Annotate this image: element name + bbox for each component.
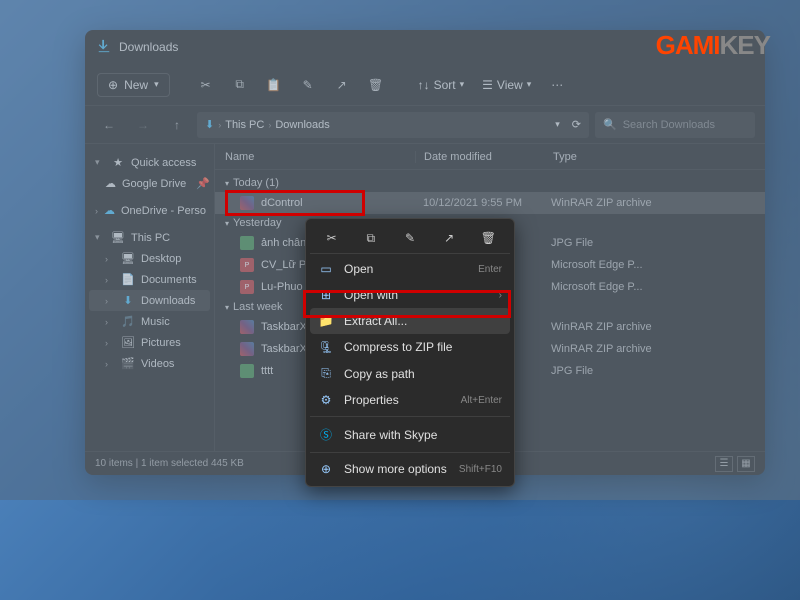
context-menu: ✂ ⧉ ✎ ↗ 🗑 ▭ Open Enter ⊞ Open with › 📁 E… — [305, 218, 515, 487]
delete-icon[interactable]: 🗑 — [477, 227, 499, 249]
extract-icon: 📁 — [318, 314, 334, 328]
more-icon: ⊕ — [318, 462, 334, 476]
cut-icon[interactable]: ✂ — [321, 227, 343, 249]
context-properties[interactable]: ⚙ Properties Alt+Enter — [310, 387, 510, 413]
zip-icon: 🗜 — [318, 340, 334, 354]
path-icon: ⎘ — [318, 366, 334, 381]
share-icon[interactable]: ↗ — [438, 227, 460, 249]
chevron-right-icon: › — [499, 290, 502, 301]
context-skype[interactable]: Ⓢ Share with Skype — [310, 420, 510, 449]
context-compress[interactable]: 🗜 Compress to ZIP file — [310, 334, 510, 360]
copy-icon[interactable]: ⧉ — [360, 227, 382, 249]
skype-icon: Ⓢ — [318, 426, 334, 443]
properties-icon: ⚙ — [318, 393, 334, 407]
context-more-options[interactable]: ⊕ Show more options Shift+F10 — [310, 456, 510, 482]
watermark: GAMIKEY — [656, 30, 770, 61]
context-copy-path[interactable]: ⎘ Copy as path — [310, 360, 510, 387]
context-open[interactable]: ▭ Open Enter — [310, 256, 510, 282]
context-toolbar: ✂ ⧉ ✎ ↗ 🗑 — [310, 223, 510, 254]
context-extract-all[interactable]: 📁 Extract All... — [310, 308, 510, 334]
open-icon: ▭ — [318, 262, 334, 276]
rename-icon[interactable]: ✎ — [399, 227, 421, 249]
context-open-with[interactable]: ⊞ Open with › — [310, 282, 510, 308]
open-with-icon: ⊞ — [318, 288, 334, 302]
